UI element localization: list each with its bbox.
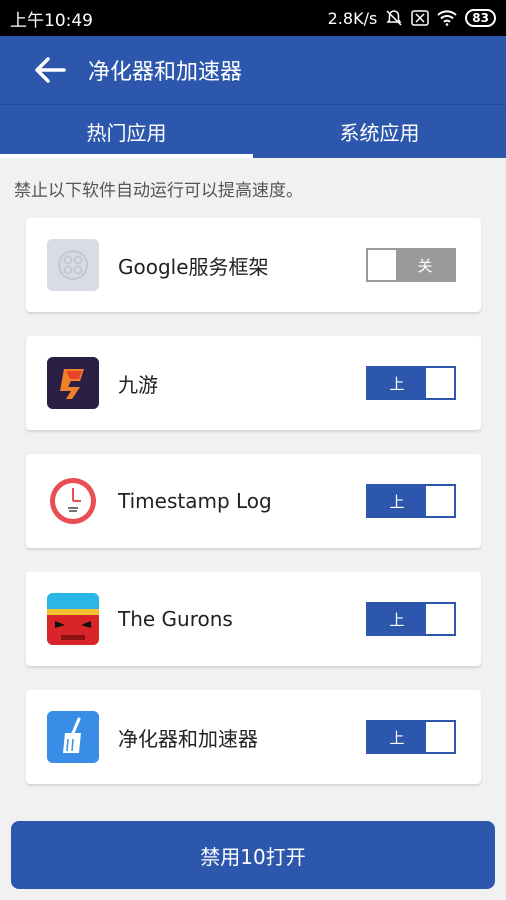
app-card-google-services: Google服务框架 关 xyxy=(26,218,481,312)
tab-label: 系统应用 xyxy=(339,121,420,145)
app-name: Timestamp Log xyxy=(118,489,272,513)
autostart-toggle[interactable]: 上 xyxy=(366,366,456,400)
toggle-knob xyxy=(426,604,454,634)
tab-popular-apps[interactable]: 热门应用 xyxy=(0,105,253,158)
app-card-timestamp-log: Timestamp Log 上 xyxy=(26,454,481,548)
toggle-knob xyxy=(426,368,454,398)
autostart-toggle[interactable]: 上 xyxy=(366,602,456,636)
network-speed: 2.8K/s xyxy=(327,8,378,28)
back-button[interactable] xyxy=(16,36,84,104)
jiuyou-icon xyxy=(47,357,99,409)
app-name: Google服务框架 xyxy=(118,254,269,279)
tab-label: 热门应用 xyxy=(86,121,167,145)
bell-muted-icon xyxy=(385,9,403,27)
gurons-icon xyxy=(47,593,99,645)
status-time: 上午10:49 xyxy=(10,10,93,31)
hint-text: 禁止以下软件自动运行可以提高速度。 xyxy=(14,181,303,201)
app-card-jiuyou: 九游 上 xyxy=(26,336,481,430)
toggle-knob xyxy=(426,722,454,752)
toggle-label: 上 xyxy=(368,368,426,398)
toggle-label: 上 xyxy=(368,486,426,516)
battery-level: 83 xyxy=(465,9,496,27)
toggle-knob xyxy=(426,486,454,516)
sim-card-off-icon xyxy=(411,10,430,26)
autostart-toggle[interactable]: 上 xyxy=(366,484,456,518)
tab-bar: 热门应用 系统应用 xyxy=(0,104,506,158)
tab-system-apps[interactable]: 系统应用 xyxy=(253,105,506,158)
arrow-left-icon xyxy=(35,57,66,83)
disable-apps-button[interactable]: 禁用10打开 xyxy=(11,821,495,889)
cleaner-broom-icon xyxy=(47,711,99,763)
app-card-cleaner: 净化器和加速器 上 xyxy=(26,690,481,784)
clock-icon xyxy=(47,475,99,527)
page-title: 净化器和加速器 xyxy=(88,60,243,85)
app-name: 净化器和加速器 xyxy=(118,726,258,751)
autostart-toggle[interactable]: 关 xyxy=(366,248,456,282)
autostart-toggle[interactable]: 上 xyxy=(366,720,456,754)
app-name: The Gurons xyxy=(118,607,233,631)
app-card-the-gurons: The Gurons 上 xyxy=(26,572,481,666)
battery-icon: 83 xyxy=(465,9,496,27)
app-name: 九游 xyxy=(118,372,158,397)
toggle-label: 上 xyxy=(368,722,426,752)
toggle-label: 关 xyxy=(396,250,454,280)
wifi-icon xyxy=(437,10,457,26)
app-bar: 净化器和加速器 xyxy=(0,36,506,104)
google-services-icon xyxy=(47,239,99,291)
status-indicators: 2.8K/s 83 xyxy=(328,9,496,28)
toggle-knob xyxy=(368,250,396,280)
toggle-label: 上 xyxy=(368,604,426,634)
app-list: Google服务框架 关 九游 上 Timestamp Log 上 The Gu… xyxy=(26,218,481,808)
status-bar: 上午10:49 2.8K/s 83 xyxy=(0,0,506,36)
